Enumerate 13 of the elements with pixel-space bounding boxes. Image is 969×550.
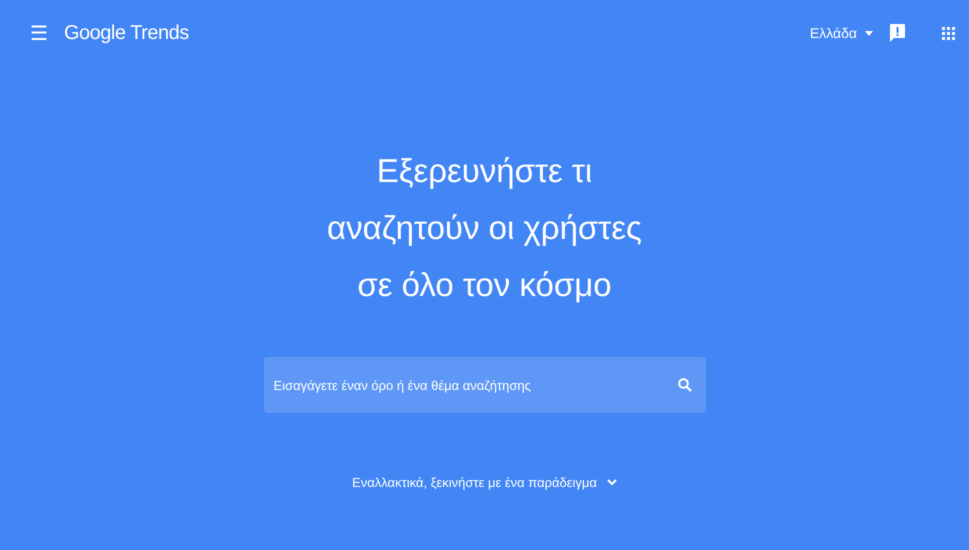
search-icon[interactable] [678,378,692,392]
menu-button[interactable]: ☰ [30,20,48,46]
caret-icon [865,30,873,36]
logo: Google Trends [64,22,189,44]
chevron-down-icon [606,479,617,486]
headline-line: σε όλο τον κόσμο [356,265,613,305]
feedback-icon[interactable] [889,24,905,42]
search-field[interactable]: Εισαγάγετε έναν όρο ή ένα θέμα αναζήτησης [264,357,706,413]
region-selector[interactable]: Ελλάδα [810,25,873,41]
examples-link[interactable]: Εναλλακτικά, ξεκινήστε με ένα παράδειγμα [352,475,617,490]
apps-icon[interactable] [941,26,955,40]
headline-line: Εξερευνήστε τι [376,151,594,191]
headline-line: αναζητούν οι χρήστες [327,208,642,248]
